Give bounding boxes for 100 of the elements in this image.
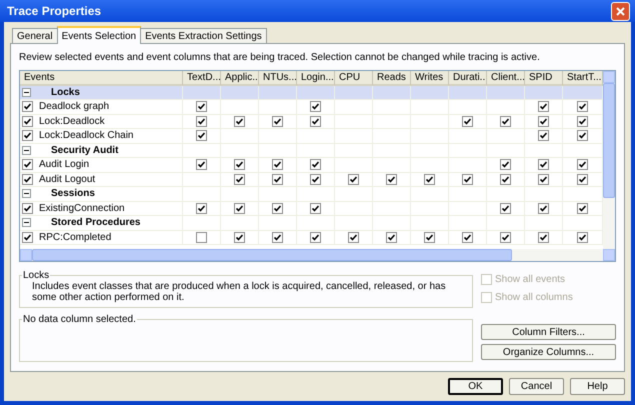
checkmark-icon bbox=[312, 204, 319, 212]
column-checkbox[interactable] bbox=[196, 232, 207, 243]
column-checkbox[interactable] bbox=[196, 101, 207, 112]
column-checkbox[interactable] bbox=[424, 174, 435, 185]
column-checkbox[interactable] bbox=[538, 232, 549, 243]
column-checkbox[interactable] bbox=[538, 116, 549, 127]
column-checkbox[interactable] bbox=[577, 202, 588, 214]
column-checkbox[interactable] bbox=[310, 116, 321, 127]
column-checkbox[interactable] bbox=[310, 232, 321, 243]
column-header[interactable]: TextD... bbox=[183, 71, 221, 86]
column-checkbox[interactable] bbox=[500, 202, 511, 214]
close-button[interactable] bbox=[611, 2, 630, 20]
column-header[interactable]: NTUs... bbox=[259, 71, 297, 86]
event-label: Lock:Deadlock bbox=[39, 116, 105, 127]
column-checkbox[interactable] bbox=[234, 174, 245, 185]
description-text: Review selected events and event columns that are being traced. Selection cannot be changed while tracing is active. bbox=[19, 52, 541, 63]
column-checkbox[interactable] bbox=[500, 159, 511, 170]
column-checkbox[interactable] bbox=[577, 159, 588, 170]
checkmark-icon bbox=[426, 176, 433, 183]
column-checkbox[interactable] bbox=[234, 116, 245, 127]
vertical-scrollbar[interactable] bbox=[603, 71, 615, 249]
checkmark-icon bbox=[388, 176, 395, 183]
horizontal-scrollbar[interactable] bbox=[20, 249, 615, 261]
column-checkbox[interactable] bbox=[386, 232, 397, 243]
column-checkbox[interactable] bbox=[462, 116, 473, 127]
column-checkbox[interactable] bbox=[424, 232, 435, 243]
column-checkbox[interactable] bbox=[234, 232, 245, 243]
checkmark-icon bbox=[502, 118, 509, 125]
event-checkbox[interactable] bbox=[22, 232, 33, 243]
column-checkbox[interactable] bbox=[234, 159, 245, 170]
tab[interactable]: Events Selection bbox=[56, 26, 142, 44]
column-checkbox[interactable] bbox=[272, 159, 283, 170]
column-checkbox[interactable] bbox=[500, 116, 511, 127]
column-header[interactable]: CPU bbox=[335, 71, 373, 86]
collapse-toggle[interactable] bbox=[22, 146, 31, 155]
collapse-toggle[interactable] bbox=[22, 218, 31, 228]
column-checkbox[interactable] bbox=[272, 174, 283, 185]
column-checkbox[interactable] bbox=[310, 174, 321, 185]
checkmark-icon bbox=[198, 204, 205, 212]
column-checkbox[interactable] bbox=[310, 101, 321, 112]
column-header[interactable]: Client... bbox=[487, 71, 525, 86]
tab[interactable]: Events Extraction Settings bbox=[140, 28, 267, 44]
event-checkbox[interactable] bbox=[22, 174, 33, 185]
column-checkbox[interactable] bbox=[462, 232, 473, 243]
column-checkbox[interactable] bbox=[538, 159, 549, 170]
column-header[interactable]: Durati... bbox=[449, 71, 487, 86]
column-checkbox[interactable] bbox=[577, 130, 588, 142]
column-header[interactable]: Writes bbox=[411, 71, 449, 86]
event-description: Includes event classes that are produced when a lock is acquired, cancelled, released, or has some other action performed on it. bbox=[32, 281, 447, 303]
column-checkbox[interactable] bbox=[272, 202, 283, 214]
checkmark-icon bbox=[350, 176, 357, 183]
side-button[interactable]: Column Filters... bbox=[481, 324, 616, 340]
column-checkbox[interactable] bbox=[272, 232, 283, 243]
column-checkbox[interactable] bbox=[386, 174, 397, 185]
event-checkbox[interactable] bbox=[22, 202, 33, 214]
column-checkbox[interactable] bbox=[196, 202, 207, 214]
column-checkbox[interactable] bbox=[577, 174, 588, 185]
column-header[interactable]: StartT... bbox=[563, 71, 603, 86]
column-checkbox[interactable] bbox=[538, 101, 549, 112]
collapse-toggle[interactable] bbox=[22, 88, 31, 97]
column-header[interactable]: SPID bbox=[525, 71, 563, 86]
event-checkbox[interactable] bbox=[22, 101, 33, 112]
column-checkbox[interactable] bbox=[462, 174, 473, 185]
collapse-toggle[interactable] bbox=[22, 189, 31, 198]
column-checkbox[interactable] bbox=[310, 159, 321, 170]
column-checkbox[interactable] bbox=[538, 202, 549, 214]
column-checkbox[interactable] bbox=[196, 159, 207, 170]
column-checkbox[interactable] bbox=[500, 174, 511, 185]
column-checkbox[interactable] bbox=[538, 130, 549, 142]
dialog-button[interactable]: OK bbox=[448, 378, 503, 395]
category-row[interactable]: Stored Procedures bbox=[20, 216, 603, 230]
column-header[interactable]: Login... bbox=[297, 71, 335, 86]
column-checkbox[interactable] bbox=[577, 101, 588, 112]
window-title: Trace Properties bbox=[7, 4, 102, 18]
minus-icon bbox=[24, 220, 29, 226]
category-row[interactable]: Sessions bbox=[20, 187, 603, 202]
column-checkbox[interactable] bbox=[538, 174, 549, 185]
tab[interactable]: General bbox=[12, 28, 58, 44]
event-checkbox[interactable] bbox=[22, 130, 33, 142]
column-checkbox[interactable] bbox=[310, 202, 321, 214]
column-checkbox[interactable] bbox=[577, 116, 588, 127]
column-checkbox[interactable] bbox=[348, 174, 359, 185]
dialog-button[interactable]: Help bbox=[570, 378, 625, 395]
column-header[interactable]: Applic... bbox=[221, 71, 259, 86]
column-checkbox[interactable] bbox=[348, 232, 359, 243]
event-checkbox[interactable] bbox=[22, 116, 33, 127]
event-checkbox[interactable] bbox=[22, 159, 33, 170]
column-header[interactable]: Reads bbox=[373, 71, 411, 86]
dialog-button[interactable]: Cancel bbox=[509, 378, 564, 395]
category-row[interactable]: Locks bbox=[20, 86, 603, 100]
column-checkbox[interactable] bbox=[234, 202, 245, 214]
column-checkbox[interactable] bbox=[500, 232, 511, 243]
column-checkbox[interactable] bbox=[196, 116, 207, 127]
column-checkbox[interactable] bbox=[272, 116, 283, 127]
category-label: Sessions bbox=[50, 188, 95, 200]
category-row[interactable]: Security Audit bbox=[20, 144, 603, 158]
column-checkbox[interactable] bbox=[196, 130, 207, 142]
column-header[interactable]: Events bbox=[20, 71, 183, 86]
column-checkbox[interactable] bbox=[577, 232, 588, 243]
side-button[interactable]: Organize Columns... bbox=[481, 344, 616, 360]
